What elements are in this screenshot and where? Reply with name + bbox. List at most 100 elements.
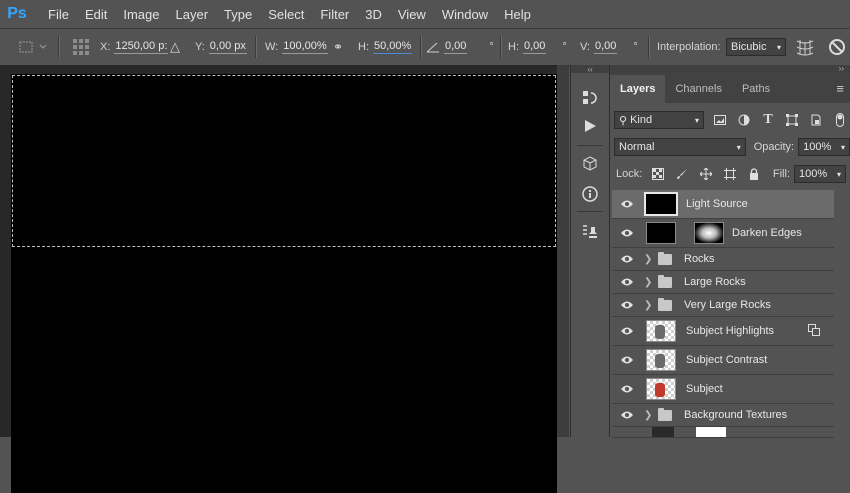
layer-thumbnail[interactable] <box>646 349 676 371</box>
layer-thumbnail[interactable] <box>646 320 676 342</box>
chevron-down-icon: ▾ <box>694 115 699 125</box>
angle-icon[interactable] <box>426 29 440 65</box>
filter-smart-object-icon[interactable] <box>808 112 824 128</box>
filter-type-icon[interactable]: T <box>760 112 776 128</box>
layer-name[interactable]: Subject <box>686 383 723 395</box>
panel-menu-icon[interactable]: ≡ <box>836 81 844 96</box>
angle-field[interactable]: 0,00 <box>444 40 468 54</box>
lock-artboard-icon[interactable] <box>722 166 738 182</box>
layer-name[interactable]: Rocks <box>684 253 715 265</box>
layer-row[interactable]: Darken Edges <box>612 219 834 248</box>
layer-group-row[interactable]: ❯ Rocks <box>612 248 834 271</box>
interpolation-select[interactable]: Bicubic ▾ <box>726 38 786 56</box>
vskew-field[interactable]: 0,00 <box>594 40 618 54</box>
photoshop-logo[interactable]: Ps <box>6 3 28 25</box>
layer-thumbnail[interactable] <box>644 192 678 216</box>
layer-row[interactable]: Subject Highlights <box>612 317 834 346</box>
lock-move-icon[interactable] <box>698 166 714 182</box>
layer-row[interactable] <box>612 427 834 438</box>
layer-name[interactable]: Light Source <box>686 198 748 210</box>
lock-transparent-icon[interactable] <box>650 166 666 182</box>
opacity-field[interactable]: 100% ▾ <box>798 138 850 156</box>
panel-collapse-icon[interactable]: ›› <box>610 65 850 73</box>
vskew-label: V: <box>580 41 590 53</box>
visibility-eye-icon[interactable] <box>620 384 634 394</box>
menu-help[interactable]: Help <box>496 7 539 22</box>
interpolation-label: Interpolation: <box>657 41 721 53</box>
cancel-transform-icon[interactable] <box>828 29 846 65</box>
layers-panel: ›› Layers Channels Paths ≡ ⚲ Kind ▾ T No… <box>610 65 850 438</box>
hskew-field[interactable]: 0,00 <box>523 40 547 54</box>
layer-thumbnail[interactable] <box>646 222 676 244</box>
play-action-icon[interactable] <box>579 115 601 137</box>
layer-name[interactable]: Large Rocks <box>684 276 746 288</box>
visibility-eye-icon[interactable] <box>620 254 634 264</box>
y-label: Y: <box>195 41 205 53</box>
visibility-eye-icon[interactable] <box>620 410 634 420</box>
lock-all-icon[interactable] <box>746 166 762 182</box>
history-icon[interactable] <box>579 87 601 109</box>
chevron-right-icon[interactable]: ❯ <box>644 277 654 288</box>
layer-group-row[interactable]: ❯ Large Rocks <box>612 271 834 294</box>
canvas-scrollbar[interactable] <box>557 65 569 437</box>
subject-silhouette <box>655 325 665 339</box>
menu-filter[interactable]: Filter <box>312 7 357 22</box>
chevron-right-icon[interactable]: ❯ <box>644 410 654 421</box>
folder-icon <box>658 274 672 288</box>
menu-file[interactable]: File <box>40 7 77 22</box>
x-field[interactable]: 1250,00 p: <box>114 40 169 54</box>
layer-name[interactable]: Subject Highlights <box>686 325 774 337</box>
width-field[interactable]: 100,00% <box>282 40 328 54</box>
layers-scrollbar[interactable] <box>834 189 850 437</box>
chevron-right-icon[interactable]: ❯ <box>644 254 654 265</box>
tab-layers[interactable]: Layers <box>610 75 666 103</box>
layer-row[interactable]: Light Source <box>612 190 834 219</box>
height-field[interactable]: 50,00% <box>373 40 413 54</box>
menu-type[interactable]: Type <box>216 7 260 22</box>
fill-field[interactable]: 100% ▾ <box>794 165 846 183</box>
transform-tool-icon[interactable] <box>18 29 48 65</box>
info-icon[interactable] <box>579 183 601 205</box>
layer-row[interactable]: Subject <box>612 375 834 404</box>
collapse-icon[interactable]: ‹‹ <box>571 65 609 74</box>
properties-icon[interactable] <box>579 221 601 243</box>
layer-thumbnail[interactable] <box>646 378 676 400</box>
menu-edit[interactable]: Edit <box>77 7 115 22</box>
filter-shape-icon[interactable] <box>784 112 800 128</box>
filter-adjustment-icon[interactable] <box>736 112 752 128</box>
menu-layer[interactable]: Layer <box>168 7 217 22</box>
layer-name[interactable]: Very Large Rocks <box>684 299 771 311</box>
lock-brush-icon[interactable] <box>674 166 690 182</box>
3d-cube-icon[interactable] <box>579 153 601 175</box>
delta-icon[interactable]: △ <box>170 29 180 65</box>
link-icon[interactable]: ⚭ <box>333 29 343 65</box>
visibility-eye-icon[interactable] <box>620 199 634 209</box>
visibility-eye-icon[interactable] <box>620 300 634 310</box>
chevron-right-icon[interactable]: ❯ <box>644 300 654 311</box>
layer-name[interactable]: Background Textures <box>684 409 787 421</box>
menu-3d[interactable]: 3D <box>357 7 390 22</box>
layer-group-row[interactable]: ❯ Background Textures <box>612 404 834 427</box>
visibility-eye-icon[interactable] <box>620 355 634 365</box>
blend-mode-select[interactable]: Normal ▾ <box>614 138 746 156</box>
visibility-eye-icon[interactable] <box>620 326 634 336</box>
menu-image[interactable]: Image <box>115 7 167 22</box>
layer-mask-thumbnail[interactable] <box>694 222 724 244</box>
tab-channels[interactable]: Channels <box>665 75 731 103</box>
layer-group-row[interactable]: ❯ Very Large Rocks <box>612 294 834 317</box>
visibility-eye-icon[interactable] <box>620 228 634 238</box>
filter-pixel-icon[interactable] <box>712 112 728 128</box>
menu-window[interactable]: Window <box>434 7 496 22</box>
tab-paths[interactable]: Paths <box>732 75 780 103</box>
layer-name[interactable]: Darken Edges <box>732 227 802 239</box>
layer-name[interactable]: Subject Contrast <box>686 354 767 366</box>
warp-icon[interactable] <box>795 29 815 65</box>
menu-view[interactable]: View <box>390 7 434 22</box>
reference-point-icon[interactable] <box>72 29 90 65</box>
layer-row[interactable]: Subject Contrast <box>612 346 834 375</box>
filter-kind-select[interactable]: ⚲ Kind ▾ <box>614 111 704 129</box>
filter-toggle-icon[interactable] <box>832 112 848 128</box>
visibility-eye-icon[interactable] <box>620 277 634 287</box>
y-field[interactable]: 0,00 px <box>208 40 247 54</box>
menu-select[interactable]: Select <box>260 7 312 22</box>
